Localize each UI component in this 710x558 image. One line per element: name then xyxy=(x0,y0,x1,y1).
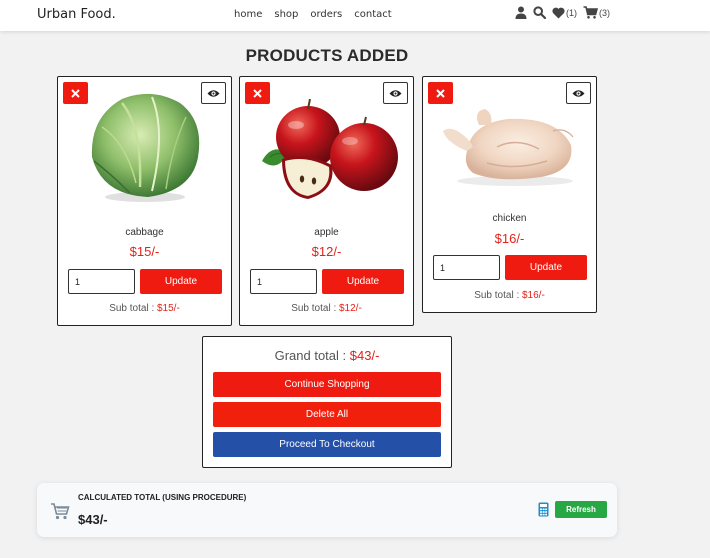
grand-total-amount: $43/- xyxy=(349,348,380,363)
update-button[interactable]: Update xyxy=(140,269,222,294)
chicken-image xyxy=(443,109,574,186)
product-name: apple xyxy=(314,227,339,238)
nav-contact[interactable]: contact xyxy=(354,9,391,20)
wishlist-count: (1) xyxy=(566,7,577,18)
nav-home[interactable]: home xyxy=(234,9,262,20)
site-logo[interactable]: Urban Food. xyxy=(37,7,116,22)
close-icon xyxy=(71,88,80,98)
calculated-total-title: CALCULATED TOTAL (USING PROCEDURE) xyxy=(78,493,247,502)
apple-image xyxy=(262,99,398,199)
subtotal-label: Sub total : xyxy=(474,290,520,301)
product-card-apple: apple $12/- Update Sub total : $12/- xyxy=(239,76,414,326)
subtotal-label: Sub total : xyxy=(109,303,155,314)
nav-orders[interactable]: orders xyxy=(310,9,342,20)
product-name: cabbage xyxy=(125,227,164,238)
wishlist-link[interactable]: (1) xyxy=(552,7,577,19)
cart-icon xyxy=(51,503,70,520)
product-price: $16/- xyxy=(494,231,525,246)
calculated-total-value: $43/- xyxy=(78,512,108,527)
product-price: $15/- xyxy=(129,244,160,259)
cabbage-image xyxy=(91,93,200,202)
eye-icon xyxy=(389,89,402,97)
site-header: Urban Food. home shop orders contact (1)… xyxy=(0,0,710,31)
subtotal: Sub total : $12/- xyxy=(240,303,413,314)
subtotal: Sub total : $16/- xyxy=(423,290,596,301)
grand-total: Grand total : $43/- xyxy=(203,348,451,363)
calculated-total-panel: CALCULATED TOTAL (USING PROCEDURE) $43/-… xyxy=(37,483,617,537)
remove-item-button[interactable] xyxy=(428,82,453,104)
refresh-button[interactable]: Refresh xyxy=(555,501,607,518)
quantity-input[interactable] xyxy=(433,255,500,280)
page-title: PRODUCTS ADDED xyxy=(245,46,409,65)
eye-icon xyxy=(207,89,220,97)
continue-shopping-button[interactable]: Continue Shopping xyxy=(213,372,441,397)
subtotal-amount: $12/- xyxy=(339,303,362,314)
search-icon[interactable] xyxy=(533,6,546,19)
product-name: chicken xyxy=(492,213,527,224)
quantity-input[interactable] xyxy=(250,269,317,294)
header-icons: (1) (3) xyxy=(515,6,610,19)
subtotal-amount: $15/- xyxy=(157,303,180,314)
update-button[interactable]: Update xyxy=(505,255,587,280)
nav-shop[interactable]: shop xyxy=(274,9,298,20)
user-icon[interactable] xyxy=(515,6,527,19)
checkout-button[interactable]: Proceed To Checkout xyxy=(213,432,441,457)
quantity-input[interactable] xyxy=(68,269,135,294)
eye-icon xyxy=(572,89,585,97)
close-icon xyxy=(436,88,445,98)
heart-icon xyxy=(552,7,565,18)
main-nav: home shop orders contact xyxy=(234,9,392,20)
update-button[interactable]: Update xyxy=(322,269,404,294)
view-item-button[interactable] xyxy=(566,82,591,104)
close-icon xyxy=(253,88,262,98)
product-card-cabbage: cabbage $15/- Update Sub total : $15/- xyxy=(57,76,232,326)
grand-total-box: Grand total : $43/- Continue Shopping De… xyxy=(202,336,452,468)
calculator-icon xyxy=(538,502,549,517)
product-price: $12/- xyxy=(311,244,342,259)
subtotal-label: Sub total : xyxy=(291,303,337,314)
cart-link[interactable]: (3) xyxy=(583,6,610,19)
cart-count: (3) xyxy=(599,7,610,18)
subtotal: Sub total : $15/- xyxy=(58,303,231,314)
delete-all-button[interactable]: Delete All xyxy=(213,402,441,427)
grand-total-label: Grand total : xyxy=(274,348,347,363)
product-card-chicken: chicken $16/- Update Sub total : $16/- xyxy=(422,76,597,313)
subtotal-amount: $16/- xyxy=(522,290,545,301)
cart-icon xyxy=(583,6,598,19)
